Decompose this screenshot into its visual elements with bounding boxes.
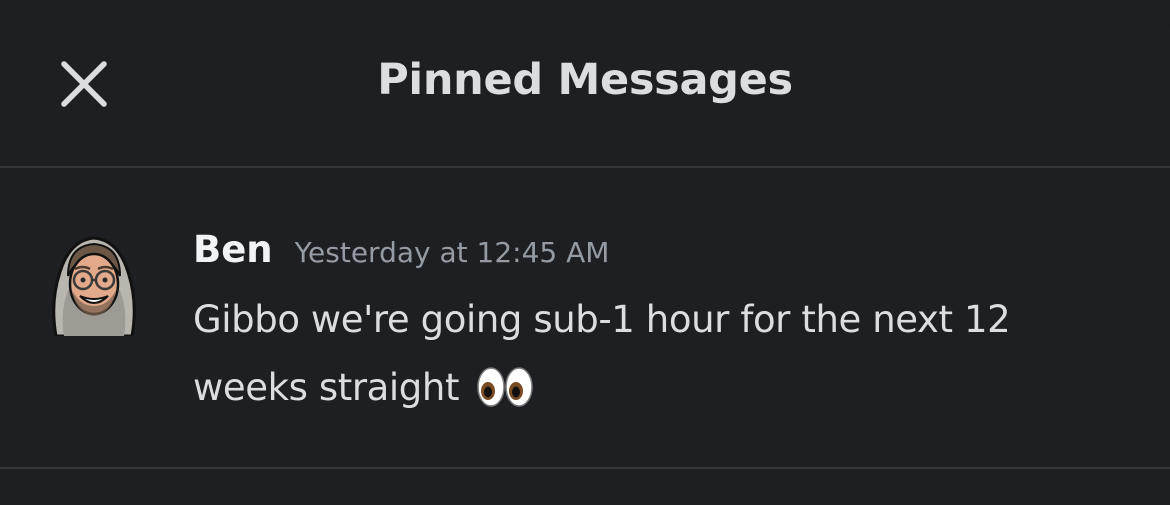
page-title: Pinned Messages (377, 55, 793, 105)
message-timestamp: Yesterday at 12:45 AM (294, 236, 610, 269)
bottom-divider (0, 467, 1170, 469)
pinned-messages-sheet: Pinned Messages Ben Yesterday at 12:45 A… (0, 0, 1170, 505)
message-header: Ben Yesterday at 12:45 AM (193, 228, 609, 271)
pinned-message[interactable]: Ben Yesterday at 12:45 AM Gibbo we're goi… (0, 170, 1170, 468)
author-name[interactable]: Ben (193, 228, 273, 271)
pinned-messages-header: Pinned Messages (0, 0, 1170, 168)
bitmoji-avatar-icon (52, 236, 136, 338)
eyes-emoji-icon (476, 362, 534, 430)
message-text: Gibbo we're going sub-1 hour for the nex… (193, 298, 1011, 409)
message-content: Gibbo we're going sub-1 hour for the nex… (193, 286, 1113, 430)
avatar[interactable] (46, 232, 142, 338)
